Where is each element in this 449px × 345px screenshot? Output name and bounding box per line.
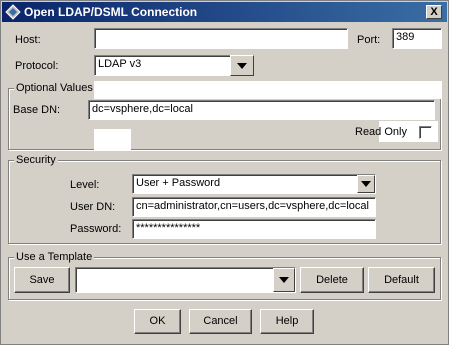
level-label: Level: — [70, 179, 100, 191]
password-label: Password: — [70, 223, 122, 235]
user-dn-input[interactable]: cn=administrator,cn=users,dc=vsphere,dc=… — [132, 197, 376, 217]
artifact-white-strip — [94, 81, 442, 99]
save-template-button[interactable]: Save — [14, 267, 70, 293]
password-input[interactable]: *************** — [132, 219, 376, 239]
base-dn-label: Base DN: — [13, 104, 61, 116]
host-label: Host: — [15, 34, 41, 46]
base-dn-input[interactable]: dc=vsphere,dc=local — [88, 100, 435, 120]
protocol-dropdown-arrow-icon[interactable] — [230, 55, 254, 76]
host-input[interactable] — [94, 28, 348, 49]
app-icon — [5, 4, 21, 20]
cancel-button[interactable]: Cancel — [189, 309, 252, 334]
level-select[interactable]: User + Password — [132, 174, 376, 194]
template-select[interactable] — [75, 267, 296, 293]
ok-button[interactable]: OK — [134, 309, 181, 334]
read-only-label: Read Only — [355, 126, 407, 138]
level-dropdown-arrow-icon[interactable] — [357, 175, 375, 193]
port-label: Port: — [357, 34, 381, 46]
protocol-value: LDAP v3 — [98, 58, 142, 70]
port-input[interactable]: 389 — [392, 28, 442, 49]
delete-template-button[interactable]: Delete — [300, 267, 364, 293]
protocol-label: Protocol: — [15, 60, 59, 72]
optional-values-label: Optional Values — [14, 82, 95, 94]
security-label: Security — [14, 154, 58, 166]
window-title: Open LDAP/DSML Connection — [24, 5, 198, 19]
default-template-button[interactable]: Default — [368, 267, 435, 293]
read-only-checkbox[interactable] — [419, 126, 432, 139]
template-dropdown-arrow-icon[interactable] — [273, 268, 295, 292]
artifact-white-box — [94, 129, 131, 150]
user-dn-label: User DN: — [70, 201, 116, 213]
template-label: Use a Template — [14, 251, 95, 263]
close-button[interactable]: X — [426, 5, 442, 19]
close-icon: X — [430, 6, 438, 18]
help-button[interactable]: Help — [260, 309, 314, 334]
title-bar[interactable]: Open LDAP/DSML Connection X — [2, 2, 447, 22]
dialog-window: Open LDAP/DSML Connection X Host: Port: … — [0, 0, 449, 345]
level-value: User + Password — [136, 177, 221, 189]
